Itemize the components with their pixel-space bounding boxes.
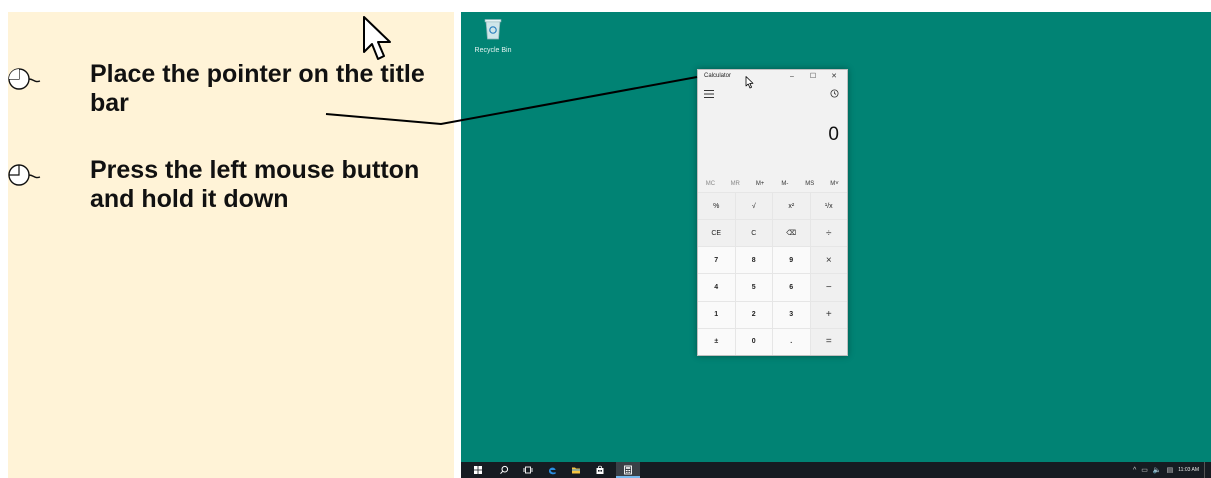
recycle-bin-label: Recycle Bin (474, 47, 512, 54)
calc-key-14[interactable]: 5 (735, 274, 772, 301)
calculator-keypad: % √ x² ¹/x CE C ⌫ ÷ 7 8 9 × 4 5 6− 1 2 3 + ±0. = (698, 193, 847, 355)
search-icon[interactable] (499, 465, 509, 475)
calc-key-5[interactable]: CE (698, 220, 735, 247)
memory-button-5[interactable]: MS (797, 176, 822, 192)
mouse-pointer-icon (363, 16, 391, 60)
calculator-title: Calculator (704, 73, 732, 79)
system-tray: ^ ▭ 🔈 ▤ 11:03 AM (1133, 462, 1207, 478)
calc-key-12[interactable]: × (810, 247, 847, 274)
instruction-step-2-text: Press the left mouse button and hold it … (90, 156, 420, 213)
file-explorer-icon[interactable] (571, 465, 581, 475)
task-view-icon[interactable] (523, 465, 533, 475)
edge-icon[interactable] (547, 465, 557, 475)
screen: Place the pointer on the title bar Press… (0, 0, 1211, 478)
show-desktop-button[interactable] (1204, 462, 1207, 478)
calc-key-22[interactable]: 0 (735, 328, 772, 355)
taskbar: ^ ▭ 🔈 ▤ 11:03 AM (461, 462, 1211, 478)
memory-button-row: MC MR M+ M- MS M˅ (698, 176, 847, 192)
calculator-window: Calculator – ☐ ✕ 0 MC MR M+ M- MS M˅ % √ x² ¹/x C… (697, 69, 848, 356)
calc-key-15[interactable]: 6 (773, 274, 810, 301)
maximize-button[interactable]: ☐ (805, 71, 821, 83)
calculator-app-icon[interactable] (623, 465, 633, 475)
calc-key-4[interactable]: ¹/x (810, 193, 847, 220)
calculator-taskbar-active (616, 462, 640, 478)
tray-overflow-icon[interactable]: ^ (1133, 467, 1136, 474)
memory-button-2[interactable]: MR (723, 176, 748, 192)
calculator-title-bar[interactable]: Calculator – ☐ ✕ (698, 70, 847, 84)
memory-button-4[interactable]: M- (772, 176, 797, 192)
calc-key-20[interactable]: + (810, 301, 847, 328)
network-icon[interactable]: ▭ (1141, 466, 1148, 474)
clock-time: 11:03 AM (1178, 467, 1199, 473)
calc-key-24[interactable]: = (810, 328, 847, 355)
calc-key-7[interactable]: ⌫ (773, 220, 810, 247)
close-button[interactable]: ✕ (826, 71, 842, 83)
calc-key-18[interactable]: 2 (735, 301, 772, 328)
memory-button-6[interactable]: M˅ (822, 176, 847, 192)
calculator-display-area: 0 (698, 84, 847, 176)
keyboard-icon[interactable]: ▤ (1167, 466, 1174, 474)
calc-key-3[interactable]: x² (773, 193, 810, 220)
mouse-left-click-icon (8, 68, 41, 90)
mouse-pointer-icon (745, 76, 754, 89)
calc-key-21[interactable]: ± (698, 328, 735, 355)
hamburger-menu-icon[interactable] (704, 90, 714, 98)
calc-key-2[interactable]: √ (735, 193, 772, 220)
calc-key-23[interactable]: . (773, 328, 810, 355)
volume-icon[interactable]: 🔈 (1153, 466, 1162, 474)
recycle-bin[interactable]: Recycle Bin (467, 18, 519, 54)
history-icon[interactable] (830, 89, 839, 98)
memory-button-3[interactable]: M+ (748, 176, 773, 192)
calc-key-13[interactable]: 4 (698, 274, 735, 301)
calc-key-1[interactable]: % (698, 193, 735, 220)
start-icon[interactable] (473, 465, 483, 475)
calc-key-8[interactable]: ÷ (810, 220, 847, 247)
calc-key-19[interactable]: 3 (773, 301, 810, 328)
calc-key-10[interactable]: 8 (735, 247, 772, 274)
recycle-bin-icon (484, 19, 502, 40)
desktop: Recycle Bin Calculator – ☐ ✕ 0 MC MR M+ … (461, 12, 1211, 478)
minimize-button[interactable]: – (784, 71, 800, 83)
calc-key-9[interactable]: 7 (698, 247, 735, 274)
memory-button-1[interactable]: MC (698, 176, 723, 192)
instruction-step-1-text: Place the pointer on the title bar (90, 60, 425, 117)
mouse-left-click-icon (8, 164, 41, 186)
calc-key-16[interactable]: − (810, 274, 847, 301)
calc-key-6[interactable]: C (735, 220, 772, 247)
calculator-display: 0 (828, 124, 839, 145)
calc-key-11[interactable]: 9 (773, 247, 810, 274)
store-icon[interactable] (595, 465, 605, 475)
clock[interactable]: 11:03 AM (1178, 467, 1199, 473)
calc-key-17[interactable]: 1 (698, 301, 735, 328)
instruction-panel: Place the pointer on the title bar Press… (8, 12, 454, 478)
